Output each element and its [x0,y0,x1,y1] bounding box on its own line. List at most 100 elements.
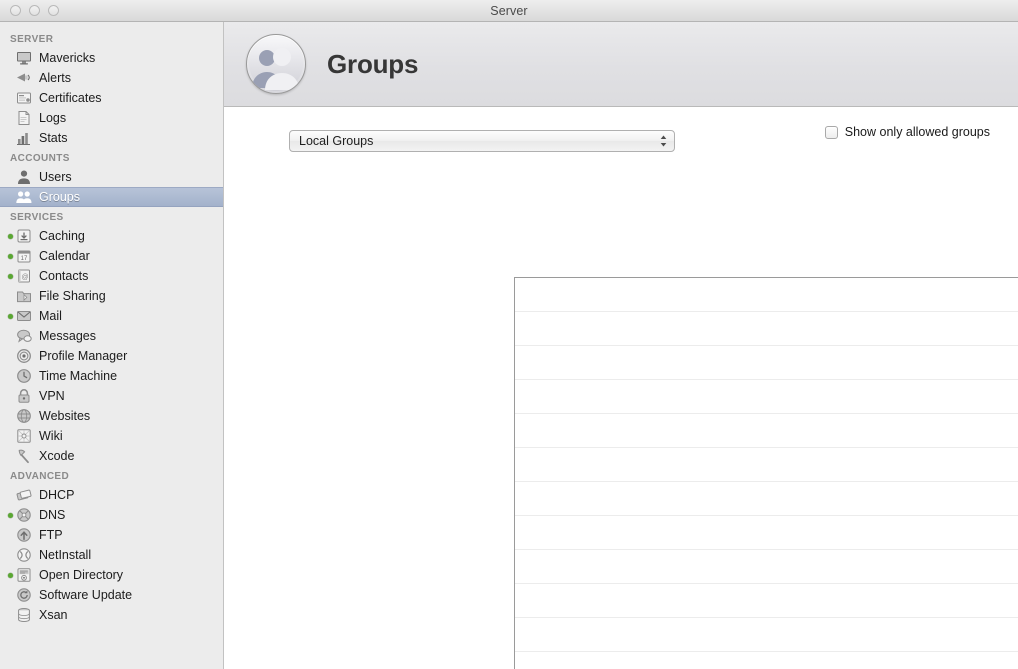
sidebar-section-header: SERVICES [10,212,64,223]
sidebar-item-dns[interactable]: DNS [0,505,223,525]
table-row[interactable] [515,346,1018,380]
speech-bubble-icon [16,328,34,344]
mail-icon [16,308,34,324]
sidebar-item-profile-manager[interactable]: Profile Manager [0,346,223,366]
scope-popup-button[interactable]: Local Groups [289,130,675,152]
sidebar-item-netinstall[interactable]: NetInstall [0,545,223,565]
calendar-icon: 17 [16,248,34,264]
sidebar-section-header: SERVER [10,34,54,45]
service-status-dot [8,434,13,439]
sidebar-item-label: Logs [39,111,67,125]
service-status-dot [8,76,13,81]
sidebar-item-label: Time Machine [39,369,118,383]
sidebar[interactable]: SERVER Mavericks Alerts Certificates Logs Sta… [0,22,224,669]
show-allowed-groups-checkbox[interactable]: Show only allowed groups [824,125,990,139]
table-row[interactable] [515,618,1018,652]
table-row[interactable] [515,550,1018,584]
groups-table[interactable] [514,277,1018,669]
sidebar-item-label: DHCP [39,488,75,502]
sidebar-section-header: ADVANCED [10,471,70,482]
person-icon [16,169,34,185]
sidebar-item-alerts[interactable]: Alerts [0,68,223,88]
table-row[interactable] [515,312,1018,346]
sidebar-item-label: Groups [39,190,80,204]
service-status-dot [8,195,13,200]
service-status-dot [8,116,13,121]
contacts-icon: @ [16,268,34,284]
xsan-icon [16,607,34,623]
table-row[interactable] [515,516,1018,550]
page-header: Groups [224,22,1018,107]
sidebar-item-logs[interactable]: Logs [0,108,223,128]
table-row[interactable] [515,584,1018,618]
table-row[interactable] [515,652,1018,669]
svg-text:@: @ [21,274,28,281]
sidebar-item-time-machine[interactable]: Time Machine [0,366,223,386]
sidebar-item-xcode[interactable]: Xcode [0,446,223,466]
sidebar-item-calendar[interactable]: 17 Calendar [0,246,223,266]
sidebar-item-label: Mavericks [39,51,96,65]
scope-popup-value: Local Groups [299,134,374,148]
dhcp-icon [16,487,34,503]
sidebar-item-mail[interactable]: Mail [0,306,223,326]
show-allowed-groups-label: Show only allowed groups [844,125,990,139]
sidebar-item-ftp[interactable]: FTP [0,525,223,545]
globe-icon [16,408,34,424]
sidebar-item-contacts[interactable]: @ Contacts [0,266,223,286]
svg-text:17: 17 [21,256,28,262]
service-status-dot [8,512,13,518]
service-status-dot [8,253,13,259]
sidebar-item-label: Websites [39,409,91,423]
sidebar-item-file-sharing[interactable]: File Sharing [0,286,223,306]
page-title: Groups [327,48,419,79]
software-update-icon [16,587,34,603]
sidebar-item-software-update[interactable]: Software Update [0,585,223,605]
netinstall-icon [16,547,34,563]
server-app-window: Server SERVER Mavericks Alerts Certificates… [0,0,1018,669]
sidebar-item-dhcp[interactable]: DHCP [0,485,223,505]
controls-row: Local Groups Show only allowed groups [289,107,990,157]
sidebar-item-label: Calendar [39,249,90,263]
people-icon [16,189,34,205]
sidebar-item-label: Profile Manager [39,349,128,363]
hammer-icon [16,448,34,464]
checkbox-box-icon[interactable] [824,125,838,139]
sidebar-item-websites[interactable]: Websites [0,406,223,426]
sidebar-item-users[interactable]: Users [0,167,223,187]
sidebar-item-vpn[interactable]: VPN [0,386,223,406]
sidebar-item-label: Users [39,170,72,184]
sidebar-item-stats[interactable]: Stats [0,128,223,148]
profile-manager-icon [16,348,34,364]
folder-share-icon [16,288,34,304]
table-row[interactable] [515,448,1018,482]
service-status-dot [8,175,13,180]
service-status-dot [8,374,13,379]
sidebar-item-groups[interactable]: Groups [0,187,223,207]
table-row[interactable] [515,414,1018,448]
service-status-dot [8,394,13,399]
window-body: SERVER Mavericks Alerts Certificates Logs Sta… [0,22,1018,669]
sidebar-item-xsan[interactable]: Xsan [0,605,223,625]
service-status-dot [8,136,13,141]
content-area: Groups Local Groups Show only allowed gr… [224,22,1018,669]
document-icon [16,110,34,126]
table-row[interactable] [515,278,1018,312]
caching-icon [16,228,34,244]
service-status-dot [8,354,13,359]
sidebar-item-certificates[interactable]: Certificates [0,88,223,108]
sidebar-item-mavericks[interactable]: Mavericks [0,48,223,68]
service-status-dot [8,454,13,459]
service-status-dot [8,334,13,339]
service-status-dot [8,414,13,419]
sidebar-item-wiki[interactable]: Wiki [0,426,223,446]
megaphone-icon [16,70,34,86]
sidebar-item-messages[interactable]: Messages [0,326,223,346]
sidebar-item-label: Software Update [39,588,133,602]
table-row[interactable] [515,482,1018,516]
sidebar-item-open-directory[interactable]: Open Directory [0,565,223,585]
table-row[interactable] [515,380,1018,414]
service-status-dot [8,96,13,101]
sidebar-item-caching[interactable]: Caching [0,226,223,246]
groups-avatar-icon [246,34,306,94]
sidebar-item-label: NetInstall [39,548,92,562]
